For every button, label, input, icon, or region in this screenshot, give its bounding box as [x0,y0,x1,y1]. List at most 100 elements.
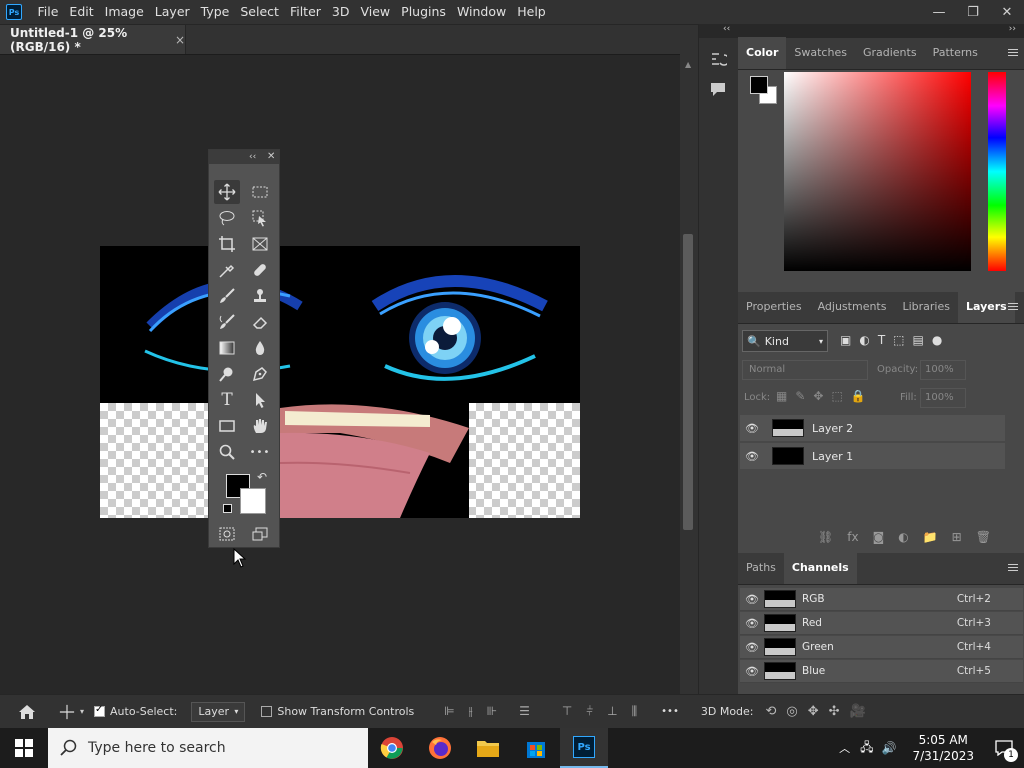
visibility-eye-icon[interactable]: 👁 [740,450,764,463]
pixel-filter-icon[interactable]: ▣ [840,333,851,347]
blur-tool-icon[interactable] [247,336,273,360]
menu-select[interactable]: Select [235,0,285,24]
visibility-eye-icon[interactable]: 👁 [740,422,764,435]
notification-center-icon[interactable]: 1 [984,728,1024,768]
tools-panel-header[interactable]: ‹‹ ✕ [209,150,279,164]
hue-slider[interactable] [988,72,1006,271]
menu-type[interactable]: Type [195,0,235,24]
layer-filter-select[interactable]: 🔍 Kind ▾ [742,330,828,352]
more-tools-icon[interactable]: ••• [247,440,273,464]
adjustment-filter-icon[interactable]: ◐ [859,333,869,347]
chevron-down-icon[interactable]: ▾ [80,707,84,716]
tab-paths[interactable]: Paths [738,552,784,584]
menu-layer[interactable]: Layer [149,0,195,24]
eraser-tool-icon[interactable] [247,310,273,334]
collapse-icon[interactable]: ‹‹ [249,150,256,164]
volume-icon[interactable]: 🔊 [882,741,897,755]
opacity-input[interactable]: 100% [920,360,966,380]
document-canvas[interactable] [100,246,580,518]
menu-file[interactable]: File [32,0,64,24]
history-panel-icon[interactable] [709,50,730,71]
lock-artboard-icon[interactable]: ⬚ [831,389,842,403]
tab-properties[interactable]: Properties [738,291,810,323]
move-tool-preset-icon[interactable] [54,699,80,725]
rectangular-marquee-tool-icon[interactable] [247,180,273,204]
lock-position-icon[interactable]: ✥ [813,389,823,403]
brush-tool-icon[interactable] [214,284,240,308]
menu-image[interactable]: Image [99,0,149,24]
menu-plugins[interactable]: Plugins [396,0,452,24]
swap-colors-icon[interactable]: ↶ [257,470,267,484]
icon-strip-header[interactable]: ‹‹ [699,24,738,38]
visibility-eye-icon[interactable]: 👁 [740,641,764,654]
collapse-icon[interactable]: ‹‹ [723,24,730,34]
distribute-icon[interactable]: ☰ [519,704,530,719]
close-window-button[interactable]: ✕ [990,0,1024,24]
layer-row-layer-2[interactable]: 👁 Layer 2 [740,415,1005,441]
3d-roll-icon[interactable]: ◎ [786,704,797,719]
menu-filter[interactable]: Filter [284,0,326,24]
default-colors-icon[interactable] [223,504,232,513]
tab-layers[interactable]: Layers [958,291,1015,323]
photoshop-taskbar-icon[interactable]: Ps [560,728,608,768]
align-left-icon[interactable]: ⊫ [444,704,454,719]
gradient-tool-icon[interactable] [214,336,240,360]
filter-toggle-icon[interactable]: ● [932,333,942,347]
quick-mask-icon[interactable] [214,522,240,546]
background-color-swatch[interactable] [240,488,266,514]
dodge-tool-icon[interactable] [214,362,240,386]
close-icon[interactable]: ✕ [267,150,275,164]
color-picker-field[interactable] [784,72,971,271]
menu-window[interactable]: Window [451,0,511,24]
tab-channels[interactable]: Channels [783,552,857,584]
object-selection-tool-icon[interactable] [247,206,273,230]
show-transform-checkbox[interactable] [261,706,273,717]
lock-all-icon[interactable]: 🔒 [851,389,866,403]
link-layers-icon[interactable]: ⛓ [818,530,833,544]
path-selection-tool-icon[interactable] [247,388,273,412]
zoom-tool-icon[interactable] [214,440,240,464]
chrome-icon[interactable] [368,728,416,768]
color-panel-menu-icon[interactable] [1008,49,1018,58]
layer-style-icon[interactable]: fx [847,530,858,544]
tab-swatches[interactable]: Swatches [786,37,855,69]
tab-color[interactable]: Color [738,37,787,69]
eyedropper-tool-icon[interactable] [214,258,240,282]
firefox-icon[interactable] [416,728,464,768]
lock-image-icon[interactable]: ✎ [795,389,805,403]
expand-icon[interactable]: ›› [1009,24,1016,34]
layer-row-layer-1[interactable]: 👁 Layer 1 [740,443,1005,469]
color-panel-foreground[interactable] [750,76,768,94]
auto-select-target-select[interactable]: Layer ▾ [191,701,246,722]
add-mask-icon[interactable]: ◙ [873,530,885,544]
align-right-icon[interactable]: ⊪ [487,704,497,719]
align-center-icon[interactable]: ⫲ [469,704,473,719]
document-tab[interactable]: Untitled-1 @ 25% (RGB/16) * × [0,25,186,55]
show-hidden-icons-icon[interactable]: ︿ [839,740,850,756]
delete-layer-icon[interactable]: 🗑 [976,530,991,544]
new-group-icon[interactable]: 📁 [923,530,938,544]
type-filter-icon[interactable]: T [878,333,885,347]
vertical-scrollbar[interactable]: ▲ [680,54,698,694]
menu-edit[interactable]: Edit [64,0,99,24]
lock-transparent-icon[interactable]: ▦ [776,389,787,403]
start-button[interactable] [0,728,48,768]
rectangle-tool-icon[interactable] [214,414,240,438]
scrollbar-thumb[interactable] [683,234,693,530]
dock-header[interactable]: ›› [738,24,1024,38]
channel-row-rgb[interactable]: 👁 RGB Ctrl+2 [740,588,1023,611]
adjustment-layer-icon[interactable]: ◐ [898,530,908,544]
minimize-button[interactable]: — [922,0,956,24]
healing-brush-tool-icon[interactable] [247,258,273,282]
layers-panel-menu-icon[interactable] [1008,303,1018,312]
close-tab-icon[interactable]: × [175,33,185,47]
history-brush-tool-icon[interactable] [214,310,240,334]
tab-patterns[interactable]: Patterns [925,37,986,69]
blend-mode-select[interactable]: Normal [742,360,868,380]
crop-tool-icon[interactable] [214,232,240,256]
frame-tool-icon[interactable] [247,232,273,256]
3d-pan-icon[interactable]: ✥ [808,704,819,719]
hand-tool-icon[interactable] [247,414,273,438]
shape-filter-icon[interactable]: ⬚ [893,333,904,347]
tab-libraries[interactable]: Libraries [894,291,958,323]
